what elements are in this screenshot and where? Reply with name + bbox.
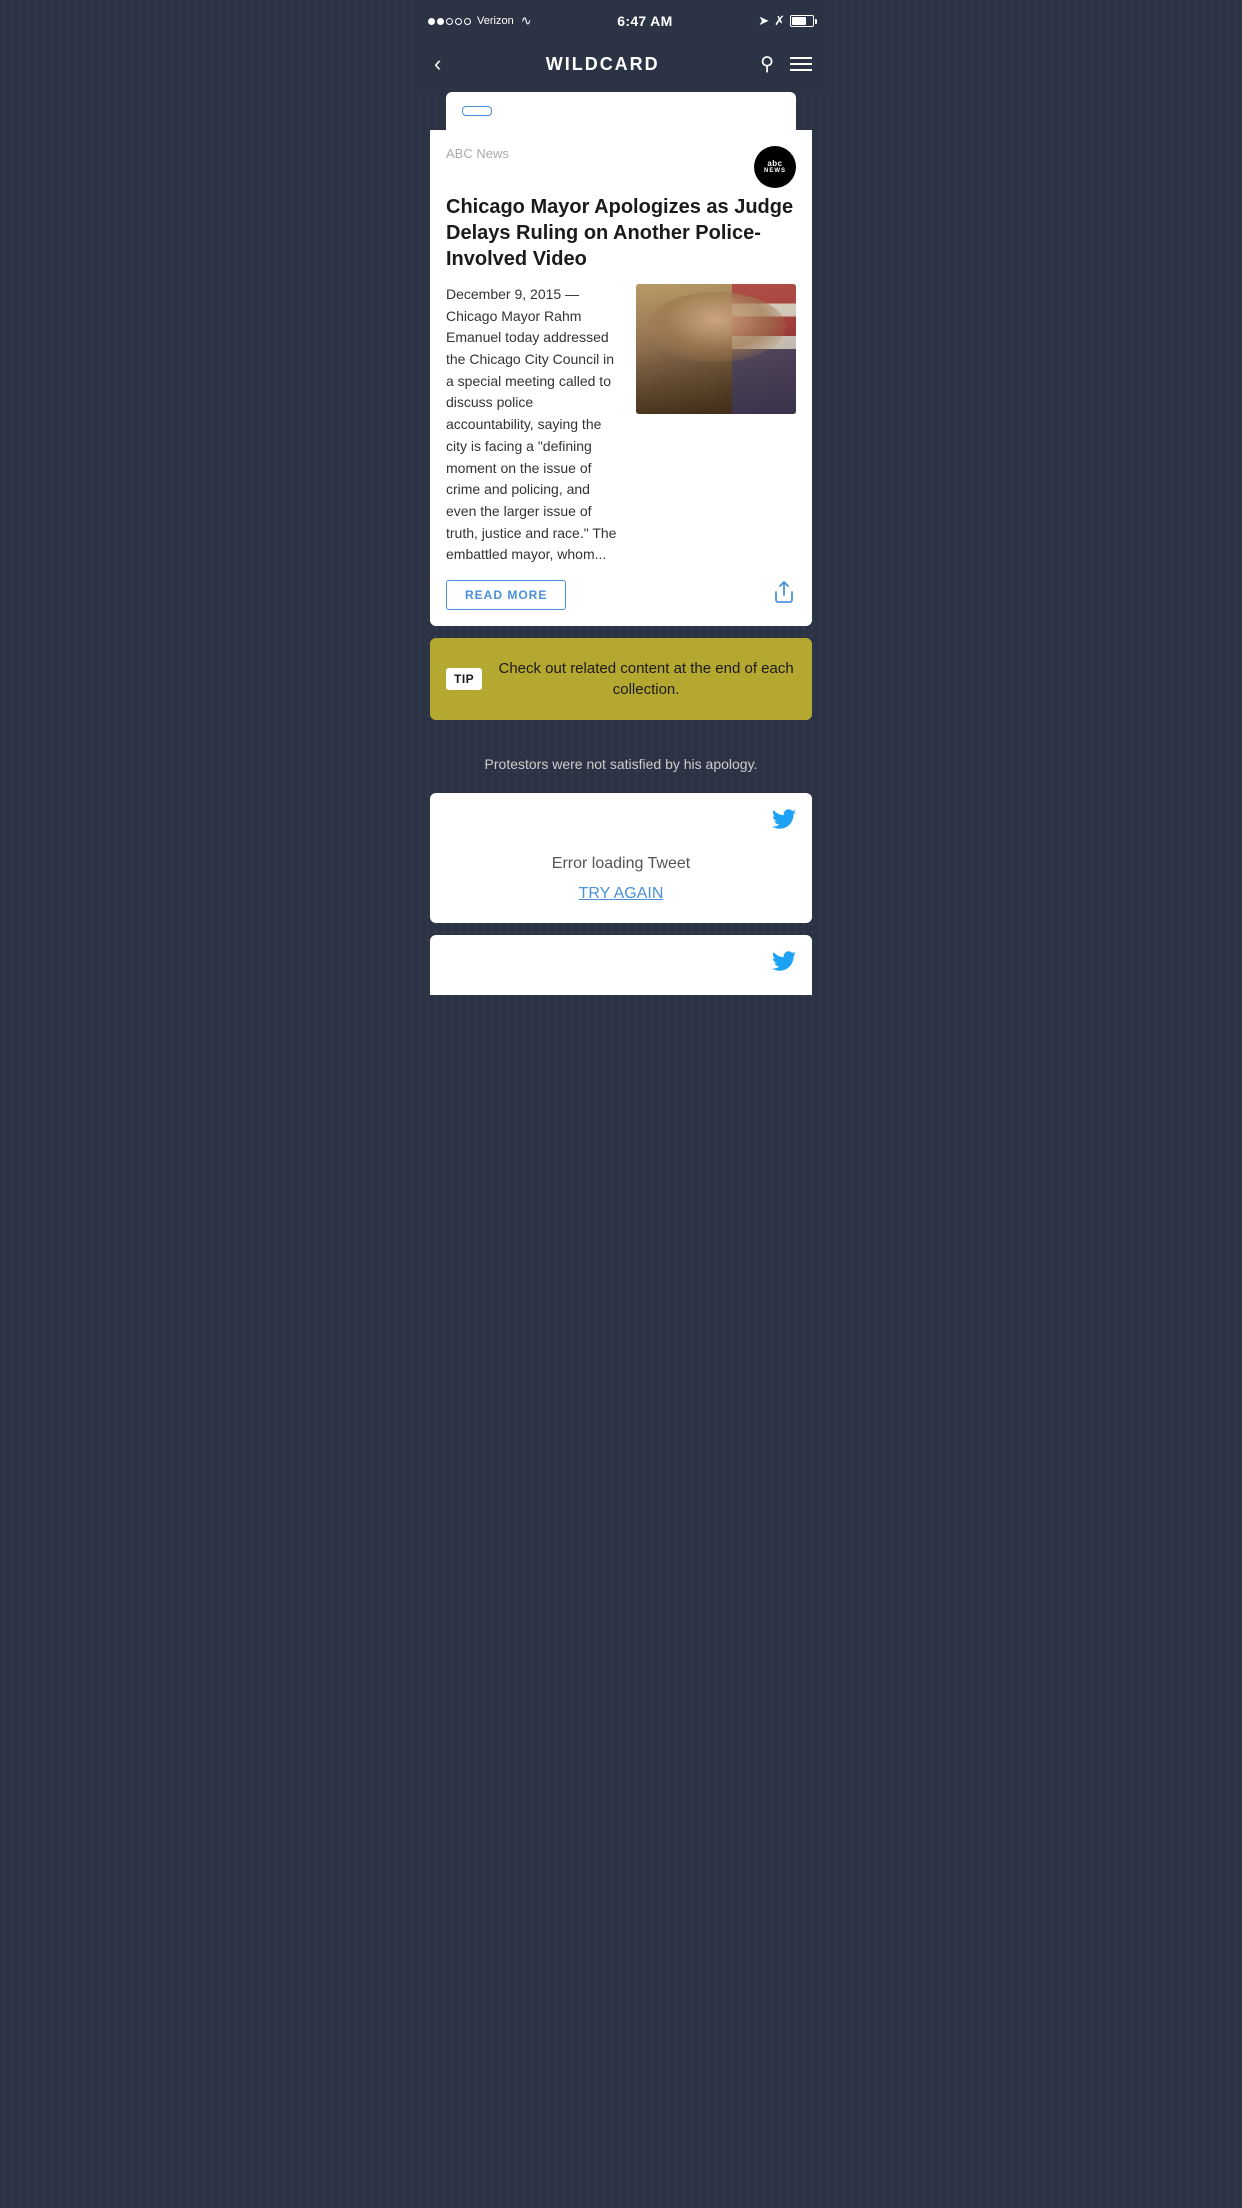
abc-logo-news: NEWS xyxy=(764,168,786,174)
share-icon[interactable] xyxy=(772,580,796,610)
tip-banner: TIP Check out related content at the end… xyxy=(430,638,812,720)
twitter-icon xyxy=(772,809,796,835)
top-bar-button[interactable] xyxy=(462,106,492,116)
read-more-button[interactable]: READ MORE xyxy=(446,580,566,610)
twitter-icon-2 xyxy=(772,951,796,977)
location-icon: ➤ xyxy=(758,13,769,29)
news-source-row: ABC News abc NEWS xyxy=(446,146,796,188)
news-body-content: Chicago Mayor Rahm Emanuel today address… xyxy=(446,308,616,563)
signal-dot-4 xyxy=(455,18,462,25)
tweet-header-partial xyxy=(446,951,796,977)
nav-bar: ‹ WILDCARD ⚲ xyxy=(414,40,828,92)
signal-dot-3 xyxy=(446,18,453,25)
tip-badge: TIP xyxy=(446,668,482,690)
status-left: Verizon ∿ xyxy=(428,13,532,29)
abc-news-logo: abc NEWS xyxy=(754,146,796,188)
hamburger-line-3 xyxy=(790,69,812,71)
status-time: 6:47 AM xyxy=(617,13,672,29)
battery-indicator xyxy=(790,15,814,27)
tip-text: Check out related content at the end of … xyxy=(496,658,796,700)
hamburger-line-1 xyxy=(790,57,812,59)
protest-text: Protestors were not satisfied by his apo… xyxy=(430,736,812,793)
battery-fill xyxy=(792,17,806,25)
status-bar: Verizon ∿ 6:47 AM ➤ ✗ xyxy=(414,0,828,40)
tweet-card: Error loading Tweet TRY AGAIN xyxy=(430,793,812,923)
signal-dot-1 xyxy=(428,18,435,25)
news-footer: READ MORE xyxy=(446,580,796,610)
back-button[interactable]: ‹ xyxy=(430,47,445,81)
tweet-header xyxy=(446,809,796,835)
tweet-card-partial xyxy=(430,935,812,995)
flag-decoration xyxy=(732,284,796,414)
search-icon[interactable]: ⚲ xyxy=(760,53,774,76)
hamburger-line-2 xyxy=(790,63,812,65)
news-date: December 9, 2015 — xyxy=(446,286,579,302)
menu-button[interactable] xyxy=(790,57,812,71)
try-again-button[interactable]: TRY AGAIN xyxy=(446,881,796,907)
bluetooth-icon: ✗ xyxy=(774,13,785,29)
tweet-error-text: Error loading Tweet xyxy=(446,855,796,873)
wifi-icon: ∿ xyxy=(521,13,532,29)
signal-strength xyxy=(428,18,471,25)
news-body-text: December 9, 2015 — Chicago Mayor Rahm Em… xyxy=(446,284,624,566)
nav-icons: ⚲ xyxy=(760,53,812,76)
signal-dot-5 xyxy=(464,18,471,25)
status-right: ➤ ✗ xyxy=(758,13,814,29)
news-card: ABC News abc NEWS Chicago Mayor Apologiz… xyxy=(430,130,812,626)
mayor-photo xyxy=(636,284,796,414)
signal-dot-2 xyxy=(437,18,444,25)
top-partial-card xyxy=(446,92,796,130)
news-headline: Chicago Mayor Apologizes as Judge Delays… xyxy=(446,194,796,272)
abc-logo-text: abc xyxy=(767,160,782,169)
page-title: WILDCARD xyxy=(546,54,660,75)
carrier-label: Verizon xyxy=(477,15,514,27)
news-image xyxy=(636,284,796,414)
news-source-label: ABC News xyxy=(446,146,509,161)
news-body: December 9, 2015 — Chicago Mayor Rahm Em… xyxy=(446,284,796,566)
